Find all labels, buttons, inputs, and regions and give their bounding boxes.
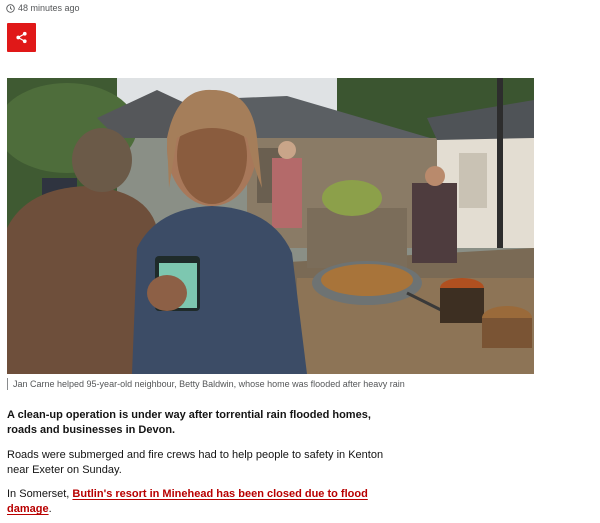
article-paragraph-with-link: In Somerset, Butlin's resort in Minehead…: [7, 487, 387, 517]
share-button[interactable]: [7, 23, 36, 52]
share-icon: [16, 31, 27, 44]
article-photo: [7, 78, 534, 374]
article-paragraph: Roads were submerged and fire crews had …: [7, 449, 384, 476]
clock-icon: [6, 3, 15, 13]
paragraph-suffix: .: [48, 503, 52, 515]
article-lead: A clean-up operation is under way after …: [7, 409, 371, 436]
caption-divider: [7, 378, 8, 390]
image-caption: Jan Carne helped 95-year-old neighbour, …: [7, 376, 534, 392]
paragraph-prefix: In Somerset,: [7, 488, 73, 500]
article-timestamp: 48 minutes ago: [6, 1, 80, 15]
timestamp-text: 48 minutes ago: [18, 3, 80, 13]
caption-text: Jan Carne helped 95-year-old neighbour, …: [13, 379, 405, 389]
